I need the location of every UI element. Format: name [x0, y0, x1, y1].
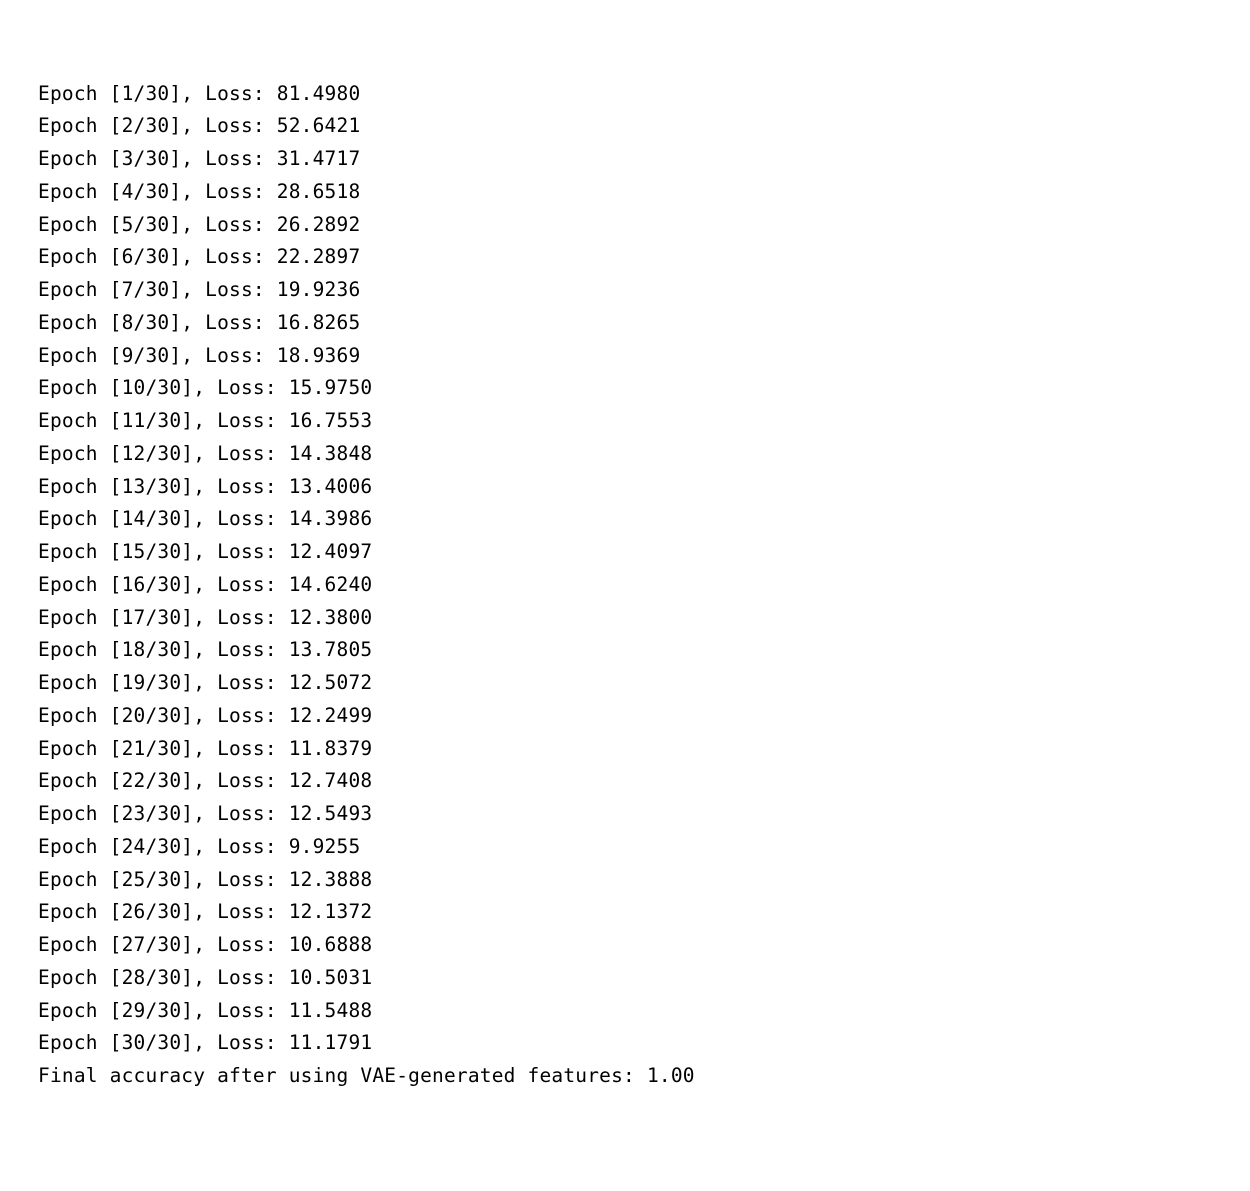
epoch-line: Epoch [14/30], Loss: 14.3986 — [38, 503, 1250, 536]
epoch-line: Epoch [22/30], Loss: 12.7408 — [38, 765, 1250, 798]
epoch-line: Epoch [21/30], Loss: 11.8379 — [38, 733, 1250, 766]
epoch-line: Epoch [20/30], Loss: 12.2499 — [38, 700, 1250, 733]
epoch-line: Epoch [4/30], Loss: 28.6518 — [38, 176, 1250, 209]
epoch-line: Epoch [23/30], Loss: 12.5493 — [38, 798, 1250, 831]
epoch-line: Epoch [9/30], Loss: 18.9369 — [38, 340, 1250, 373]
training-output: Epoch [1/30], Loss: 81.4980Epoch [2/30],… — [38, 78, 1250, 1093]
epoch-line: Epoch [3/30], Loss: 31.4717 — [38, 143, 1250, 176]
epoch-line: Epoch [17/30], Loss: 12.3800 — [38, 602, 1250, 635]
epoch-line: Epoch [26/30], Loss: 12.1372 — [38, 896, 1250, 929]
epoch-line: Epoch [28/30], Loss: 10.5031 — [38, 962, 1250, 995]
epoch-line: Epoch [27/30], Loss: 10.6888 — [38, 929, 1250, 962]
epoch-line: Epoch [16/30], Loss: 14.6240 — [38, 569, 1250, 602]
epoch-line: Epoch [13/30], Loss: 13.4006 — [38, 471, 1250, 504]
epoch-line: Epoch [12/30], Loss: 14.3848 — [38, 438, 1250, 471]
epoch-line: Epoch [5/30], Loss: 26.2892 — [38, 209, 1250, 242]
epoch-line: Epoch [11/30], Loss: 16.7553 — [38, 405, 1250, 438]
epoch-line: Epoch [15/30], Loss: 12.4097 — [38, 536, 1250, 569]
epoch-line: Epoch [29/30], Loss: 11.5488 — [38, 995, 1250, 1028]
epoch-line: Epoch [18/30], Loss: 13.7805 — [38, 634, 1250, 667]
epoch-line: Epoch [1/30], Loss: 81.4980 — [38, 78, 1250, 111]
epoch-line: Epoch [10/30], Loss: 15.9750 — [38, 372, 1250, 405]
epoch-line: Epoch [2/30], Loss: 52.6421 — [38, 110, 1250, 143]
epoch-line: Epoch [7/30], Loss: 19.9236 — [38, 274, 1250, 307]
epoch-line: Epoch [6/30], Loss: 22.2897 — [38, 241, 1250, 274]
epoch-line: Epoch [30/30], Loss: 11.1791 — [38, 1027, 1250, 1060]
epoch-line: Epoch [25/30], Loss: 12.3888 — [38, 864, 1250, 897]
epoch-line: Epoch [8/30], Loss: 16.8265 — [38, 307, 1250, 340]
epoch-line: Epoch [19/30], Loss: 12.5072 — [38, 667, 1250, 700]
epoch-line: Epoch [24/30], Loss: 9.9255 — [38, 831, 1250, 864]
final-accuracy-line: Final accuracy after using VAE-generated… — [38, 1060, 1250, 1093]
